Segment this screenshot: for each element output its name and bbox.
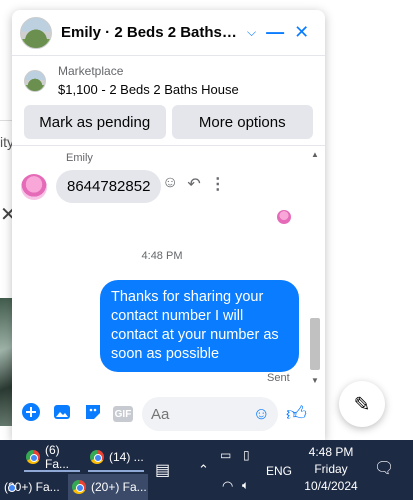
listing-avatar[interactable]	[20, 16, 52, 49]
clock-day: Friday	[314, 462, 348, 476]
scroll-up-arrow-icon[interactable]: ▲	[311, 150, 319, 159]
chrome-icon	[72, 480, 86, 494]
chat-header[interactable]: Emily · 2 Beds 2 Baths House ⌵ — ✕	[12, 10, 325, 56]
reply-icon[interactable]: ↶	[187, 174, 200, 194]
sticker-icon[interactable]	[82, 403, 104, 426]
gif-button[interactable]: GIF	[113, 406, 133, 422]
battery-icon[interactable]: ▭	[220, 448, 231, 462]
read-receipt-avatar	[277, 210, 291, 224]
chat-title[interactable]: Emily · 2 Beds 2 Baths House	[61, 24, 241, 41]
more-options-button[interactable]: More options	[171, 105, 313, 139]
new-message-edit-icon[interactable]: ✎	[339, 381, 385, 427]
scrollbar-thumb[interactable]	[310, 318, 320, 370]
message-actions: ☺ ↶ ⋮	[162, 174, 226, 194]
chrome-icon	[26, 450, 40, 464]
photo-icon[interactable]	[51, 403, 73, 426]
add-icon[interactable]	[20, 402, 42, 426]
message-composer: GIF ☺ 👍︎	[12, 394, 325, 434]
more-vertical-icon[interactable]: ⋮	[210, 174, 226, 194]
wifi-icon[interactable]: ◠	[222, 478, 233, 494]
taskbar-underline	[88, 470, 144, 472]
taskbar-window-4[interactable]: (20+) Fa...	[68, 474, 148, 500]
notification-icon[interactable]: 🗨︎	[374, 458, 394, 478]
taskbar-window-1[interactable]: (6) Fa...	[22, 443, 84, 471]
taskbar-window-3[interactable]: (20+) Fa...	[0, 474, 66, 500]
clock-date: 10/4/2024	[304, 479, 358, 493]
minimize-icon[interactable]: —	[266, 22, 284, 43]
mark-as-pending-button[interactable]: Mark as pending	[24, 105, 166, 139]
outgoing-message[interactable]: Thanks for sharing your contact number I…	[100, 280, 299, 372]
divider	[0, 120, 12, 121]
taskbar-underline	[24, 470, 80, 472]
marketplace-label: Marketplace	[58, 64, 124, 78]
emoji-icon[interactable]: ☺	[253, 404, 270, 424]
listing-title[interactable]: $1,100 - 2 Beds 2 Baths House	[58, 82, 239, 97]
phone-link-icon[interactable]: ▯	[243, 448, 250, 462]
taskbar: (6) Fa... (14) ... (20+) Fa... (20+) Fa.…	[0, 440, 413, 500]
react-emoji-icon[interactable]: ☺	[162, 174, 178, 194]
taskbar-window-2[interactable]: (14) ...	[86, 444, 148, 470]
message-list: Emily 8644782852 ☺ ↶ ⋮ 4:48 PM Thanks fo…	[12, 146, 325, 386]
like-icon[interactable]: 👍︎	[286, 402, 307, 426]
close-icon[interactable]: ✕	[294, 22, 309, 43]
marketplace-panel: Marketplace $1,100 - 2 Beds 2 Baths Hous…	[12, 56, 325, 146]
chevron-up-icon[interactable]: ⌃	[198, 462, 209, 478]
chevron-down-icon[interactable]: ⌵	[247, 25, 256, 40]
message-input[interactable]	[151, 405, 241, 423]
message-timestamp: 4:48 PM	[141, 250, 183, 262]
listing-thumbnail[interactable]	[24, 69, 46, 92]
incoming-message[interactable]: 8644782852	[56, 170, 162, 203]
clock-time: 4:48 PM	[308, 445, 354, 459]
taskbar-window-label: (14) ...	[109, 450, 144, 464]
chrome-icon	[90, 450, 104, 464]
background-thumbnail[interactable]	[0, 298, 12, 426]
taskbar-window-label: (6) Fa...	[45, 443, 70, 471]
scroll-down-arrow-icon[interactable]: ▼	[311, 376, 319, 385]
sender-name: Emily	[66, 152, 93, 164]
news-widget-icon[interactable]: ▤	[155, 460, 170, 480]
scrollbar[interactable]: ▲ ▼	[309, 146, 321, 386]
sender-avatar[interactable]	[21, 174, 47, 200]
chat-window: Emily · 2 Beds 2 Baths House ⌵ — ✕ Marke…	[12, 10, 325, 440]
clock[interactable]: 4:48 PM Friday 10/4/2024	[296, 444, 366, 495]
taskbar-window-label: (20+) Fa...	[91, 480, 147, 494]
volume-icon[interactable]: 🔈︎	[242, 478, 249, 493]
language-indicator[interactable]: ENG	[266, 464, 292, 478]
message-input-wrapper[interactable]: ☺	[142, 397, 278, 431]
delivery-status: Sent	[267, 372, 290, 384]
